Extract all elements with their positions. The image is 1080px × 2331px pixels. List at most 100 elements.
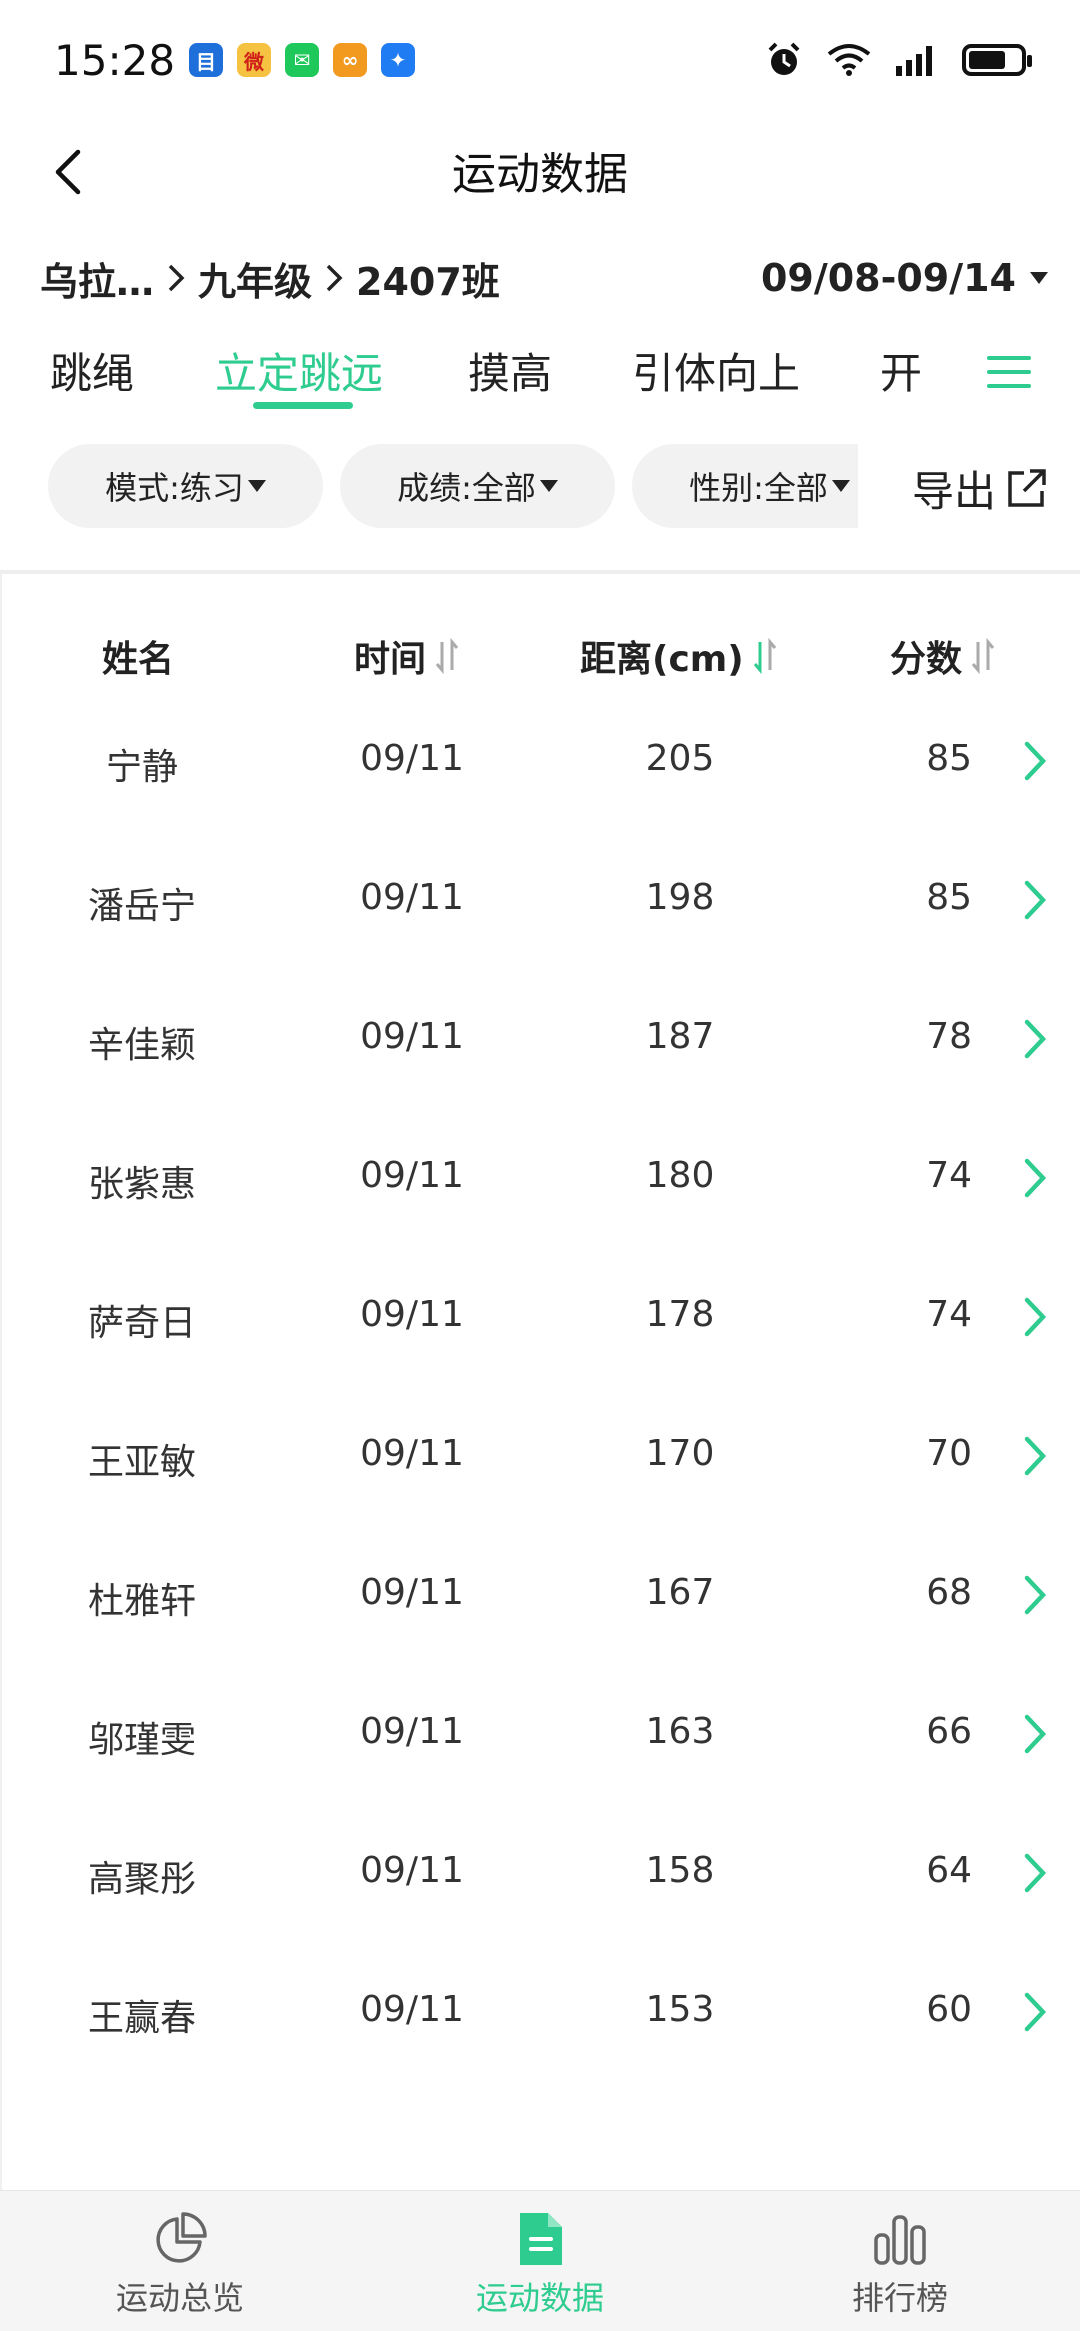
wifi-icon bbox=[827, 44, 871, 76]
cell-score: 66 bbox=[926, 1711, 972, 1752]
table-row[interactable]: 潘岳宁 09/11 198 85 bbox=[2, 833, 1080, 972]
date-range-label: 09/08-09/14 bbox=[760, 256, 1016, 300]
status-indicators bbox=[764, 40, 1032, 80]
caret-down-icon bbox=[247, 480, 266, 492]
breadcrumb-school[interactable]: 乌拉… bbox=[40, 251, 154, 306]
score-filter[interactable]: 成绩:全部 bbox=[340, 444, 615, 528]
nav-overview-label: 运动总览 bbox=[115, 2279, 244, 2317]
table-header: 姓名 时间 距离(cm) 分数 bbox=[2, 574, 1080, 704]
table-row[interactable]: 辛佳颖 09/11 187 78 bbox=[2, 972, 1080, 1111]
chevron-right-icon bbox=[320, 260, 348, 296]
cell-distance: 178 bbox=[645, 1294, 715, 1335]
cell-name: 辛佳颖 bbox=[87, 1025, 196, 1066]
column-distance[interactable]: 距离(cm) bbox=[580, 630, 778, 682]
tab-touch-high[interactable]: 摸高 bbox=[468, 340, 552, 401]
column-score[interactable]: 分数 bbox=[890, 630, 996, 682]
cell-time: 09/11 bbox=[360, 1850, 464, 1891]
nav-leaderboard-label: 排行榜 bbox=[851, 2279, 948, 2317]
tab-standing-long-jump[interactable]: 立定跳远 bbox=[215, 340, 383, 401]
bar-chart-icon bbox=[874, 2215, 926, 2265]
table-row[interactable]: 邬瑾雯 09/11 163 66 bbox=[2, 1667, 1080, 1806]
bottom-navigation: 运动总览 运动数据 排行榜 bbox=[0, 2190, 1080, 2331]
cell-distance: 187 bbox=[645, 1016, 715, 1057]
chevron-right-icon[interactable] bbox=[1017, 1014, 1053, 1064]
table-row[interactable]: 宁静 09/11 205 85 bbox=[2, 694, 1080, 833]
app-feather-icon: ✦ bbox=[381, 43, 416, 77]
export-button[interactable]: 导出 bbox=[912, 458, 1048, 519]
page-title: 运动数据 bbox=[452, 149, 628, 200]
table-row[interactable]: 萨奇日 09/11 178 74 bbox=[2, 1250, 1080, 1389]
cell-time: 09/11 bbox=[360, 877, 464, 918]
cell-distance: 170 bbox=[645, 1433, 715, 1474]
column-score-label: 分数 bbox=[890, 639, 963, 680]
tab-pull-ups[interactable]: 引体向上 bbox=[632, 340, 800, 401]
export-label: 导出 bbox=[912, 467, 997, 516]
signal-icon bbox=[896, 46, 932, 76]
score-filter-label: 成绩:全部 bbox=[397, 469, 536, 507]
chevron-right-icon[interactable] bbox=[1017, 1709, 1053, 1759]
alarm-icon bbox=[768, 42, 800, 75]
chevron-right-icon[interactable] bbox=[1017, 1153, 1053, 1203]
mode-filter-label: 模式:练习 bbox=[105, 469, 244, 507]
breadcrumb-class[interactable]: 2407班 bbox=[356, 251, 500, 306]
cell-name: 邬瑾雯 bbox=[87, 1720, 196, 1761]
cell-name: 王赢春 bbox=[87, 1998, 196, 2039]
cell-score: 68 bbox=[926, 1572, 972, 1613]
caret-down-icon bbox=[1030, 272, 1048, 284]
cell-score: 74 bbox=[926, 1155, 972, 1196]
results-table: 姓名 时间 距离(cm) 分数 宁静 09/11 205 85 潘岳宁 09/1… bbox=[0, 570, 1080, 2190]
cell-score: 74 bbox=[926, 1294, 972, 1335]
cell-distance: 163 bbox=[645, 1711, 715, 1752]
cell-name: 王亚敏 bbox=[87, 1442, 196, 1483]
chevron-right-icon[interactable] bbox=[1017, 875, 1053, 925]
sport-tabs: 跳绳 立定跳远 摸高 引体向上 开合 bbox=[0, 330, 1080, 420]
cell-distance: 153 bbox=[645, 1989, 715, 2030]
filter-fade bbox=[858, 440, 912, 540]
breadcrumb-grade[interactable]: 九年级 bbox=[198, 251, 312, 306]
table-row[interactable]: 杜雅轩 09/11 167 68 bbox=[2, 1528, 1080, 1667]
cell-score: 64 bbox=[926, 1850, 972, 1891]
column-time-label: 时间 bbox=[354, 639, 427, 680]
app-orange-icon: ∞ bbox=[333, 43, 368, 77]
cell-score: 60 bbox=[926, 1989, 972, 2030]
nav-sport-data[interactable]: 运动数据 bbox=[360, 2191, 720, 2331]
column-time[interactable]: 时间 bbox=[354, 630, 460, 682]
nav-overview[interactable]: 运动总览 bbox=[0, 2191, 360, 2331]
tab-jump-rope[interactable]: 跳绳 bbox=[50, 340, 134, 401]
cell-name: 萨奇日 bbox=[87, 1303, 196, 1344]
chevron-right-icon[interactable] bbox=[1017, 1987, 1053, 2037]
cell-distance: 205 bbox=[645, 738, 715, 779]
cell-time: 09/11 bbox=[360, 1294, 464, 1335]
table-row[interactable]: 王亚敏 09/11 170 70 bbox=[2, 1389, 1080, 1528]
nav-leaderboard[interactable]: 排行榜 bbox=[720, 2191, 1080, 2331]
status-time: 15:28 bbox=[54, 35, 176, 85]
pie-chart-icon bbox=[156, 2212, 207, 2263]
cell-name: 高聚彤 bbox=[87, 1859, 196, 1900]
table-row[interactable]: 王赢春 09/11 153 60 bbox=[2, 1945, 1080, 2084]
nav-sport-data-label: 运动数据 bbox=[475, 2279, 604, 2317]
chevron-right-icon[interactable] bbox=[1017, 1848, 1053, 1898]
chevron-right-icon[interactable] bbox=[1017, 1292, 1053, 1342]
weibo-icon: 微 bbox=[237, 43, 272, 77]
cell-score: 85 bbox=[926, 877, 972, 918]
cell-distance: 167 bbox=[645, 1572, 715, 1613]
table-row[interactable]: 张紫惠 09/11 180 74 bbox=[2, 1111, 1080, 1250]
battery-icon bbox=[962, 44, 1032, 76]
date-range-selector[interactable]: 09/08-09/14 bbox=[761, 256, 1050, 300]
back-arrow-icon[interactable] bbox=[40, 142, 100, 202]
chevron-right-icon[interactable] bbox=[1017, 1431, 1053, 1481]
breadcrumb: 乌拉… 九年级 2407班 09/08-09/14 bbox=[40, 248, 1050, 308]
table-row[interactable]: 高聚彤 09/11 158 64 bbox=[2, 1806, 1080, 1945]
cell-time: 09/11 bbox=[360, 738, 464, 779]
chevron-right-icon[interactable] bbox=[1017, 736, 1053, 786]
sort-icon bbox=[435, 638, 459, 674]
sort-icon bbox=[971, 638, 995, 674]
menu-icon[interactable] bbox=[985, 348, 1033, 396]
cell-name: 张紫惠 bbox=[87, 1164, 196, 1205]
app-blue-icon: 目 bbox=[189, 43, 224, 77]
column-distance-label: 距离(cm) bbox=[580, 639, 744, 680]
cell-time: 09/11 bbox=[360, 1155, 464, 1196]
chevron-right-icon[interactable] bbox=[1017, 1570, 1053, 1620]
mode-filter[interactable]: 模式:练习 bbox=[48, 444, 323, 528]
chevron-right-icon bbox=[162, 260, 190, 296]
